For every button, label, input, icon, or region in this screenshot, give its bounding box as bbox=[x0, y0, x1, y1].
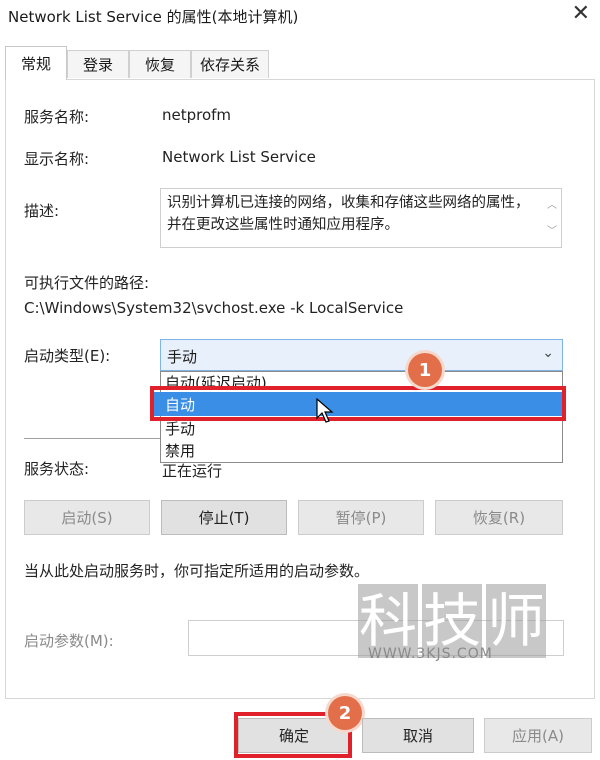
service-name-label: 服务名称: bbox=[24, 108, 90, 126]
step1-badge: 1 bbox=[408, 353, 442, 387]
step2-badge: 2 bbox=[328, 696, 362, 730]
exe-path-label: 可执行文件的路径: bbox=[24, 274, 150, 292]
scroll-down-icon[interactable]: ﹀ bbox=[547, 221, 557, 243]
description-text: 识别计算机已连接的网络，收集和存储这些网络的属性，并在更改这些属性时通知应用程序… bbox=[167, 195, 530, 233]
apply-button[interactable]: 应用(A) bbox=[484, 718, 592, 753]
tab-general[interactable]: 常规 bbox=[5, 46, 67, 80]
pause-button[interactable]: 暂停(P) bbox=[298, 500, 424, 535]
divider bbox=[24, 438, 160, 439]
exe-path-value: C:\Windows\System32\svchost.exe -k Local… bbox=[24, 299, 404, 317]
watermark-url: WWW.3KJS.COM bbox=[368, 646, 493, 662]
start-button[interactable]: 启动(S) bbox=[24, 500, 150, 535]
tab-recovery[interactable]: 恢复 bbox=[129, 50, 191, 78]
scroll-up-icon[interactable]: ︿ bbox=[547, 195, 557, 217]
option-manual[interactable]: 手动 bbox=[165, 418, 195, 439]
display-name-value: Network List Service bbox=[162, 148, 316, 166]
display-name-label: 显示名称: bbox=[24, 150, 90, 168]
watermark-char-3: 师 bbox=[487, 587, 546, 655]
tab-dependencies[interactable]: 依存关系 bbox=[191, 50, 269, 78]
service-name-value: netprofm bbox=[162, 106, 232, 124]
startup-type-value: 手动 bbox=[167, 348, 198, 366]
step1-highlight bbox=[150, 386, 566, 421]
cancel-button[interactable]: 取消 bbox=[362, 718, 474, 753]
description-label: 描述: bbox=[24, 202, 60, 220]
start-params-label: 启动参数(M): bbox=[24, 632, 114, 650]
hint-text: 当从此处启动服务时，你可指定所适用的启动参数。 bbox=[24, 562, 370, 580]
close-icon[interactable]: ✕ bbox=[572, 2, 590, 26]
startup-type-select[interactable]: 手动 ⌄ bbox=[160, 339, 563, 371]
tab-logon[interactable]: 登录 bbox=[67, 50, 129, 78]
tab-strip: 常规 登录 恢复 依存关系 bbox=[0, 46, 600, 80]
resume-button[interactable]: 恢复(R) bbox=[435, 500, 563, 535]
mouse-cursor-icon bbox=[316, 398, 334, 423]
service-status-label: 服务状态: bbox=[24, 460, 90, 478]
chevron-down-icon: ⌄ bbox=[542, 345, 554, 361]
description-box[interactable]: 识别计算机已连接的网络，收集和存储这些网络的属性，并在更改这些属性时通知应用程序… bbox=[160, 188, 562, 248]
option-disabled[interactable]: 禁用 bbox=[165, 440, 195, 461]
service-status-value: 正在运行 bbox=[162, 462, 223, 480]
window-title: Network List Service 的属性(本地计算机) bbox=[8, 8, 299, 26]
stop-button[interactable]: 停止(T) bbox=[161, 500, 287, 535]
startup-type-label: 启动类型(E): bbox=[24, 347, 111, 365]
